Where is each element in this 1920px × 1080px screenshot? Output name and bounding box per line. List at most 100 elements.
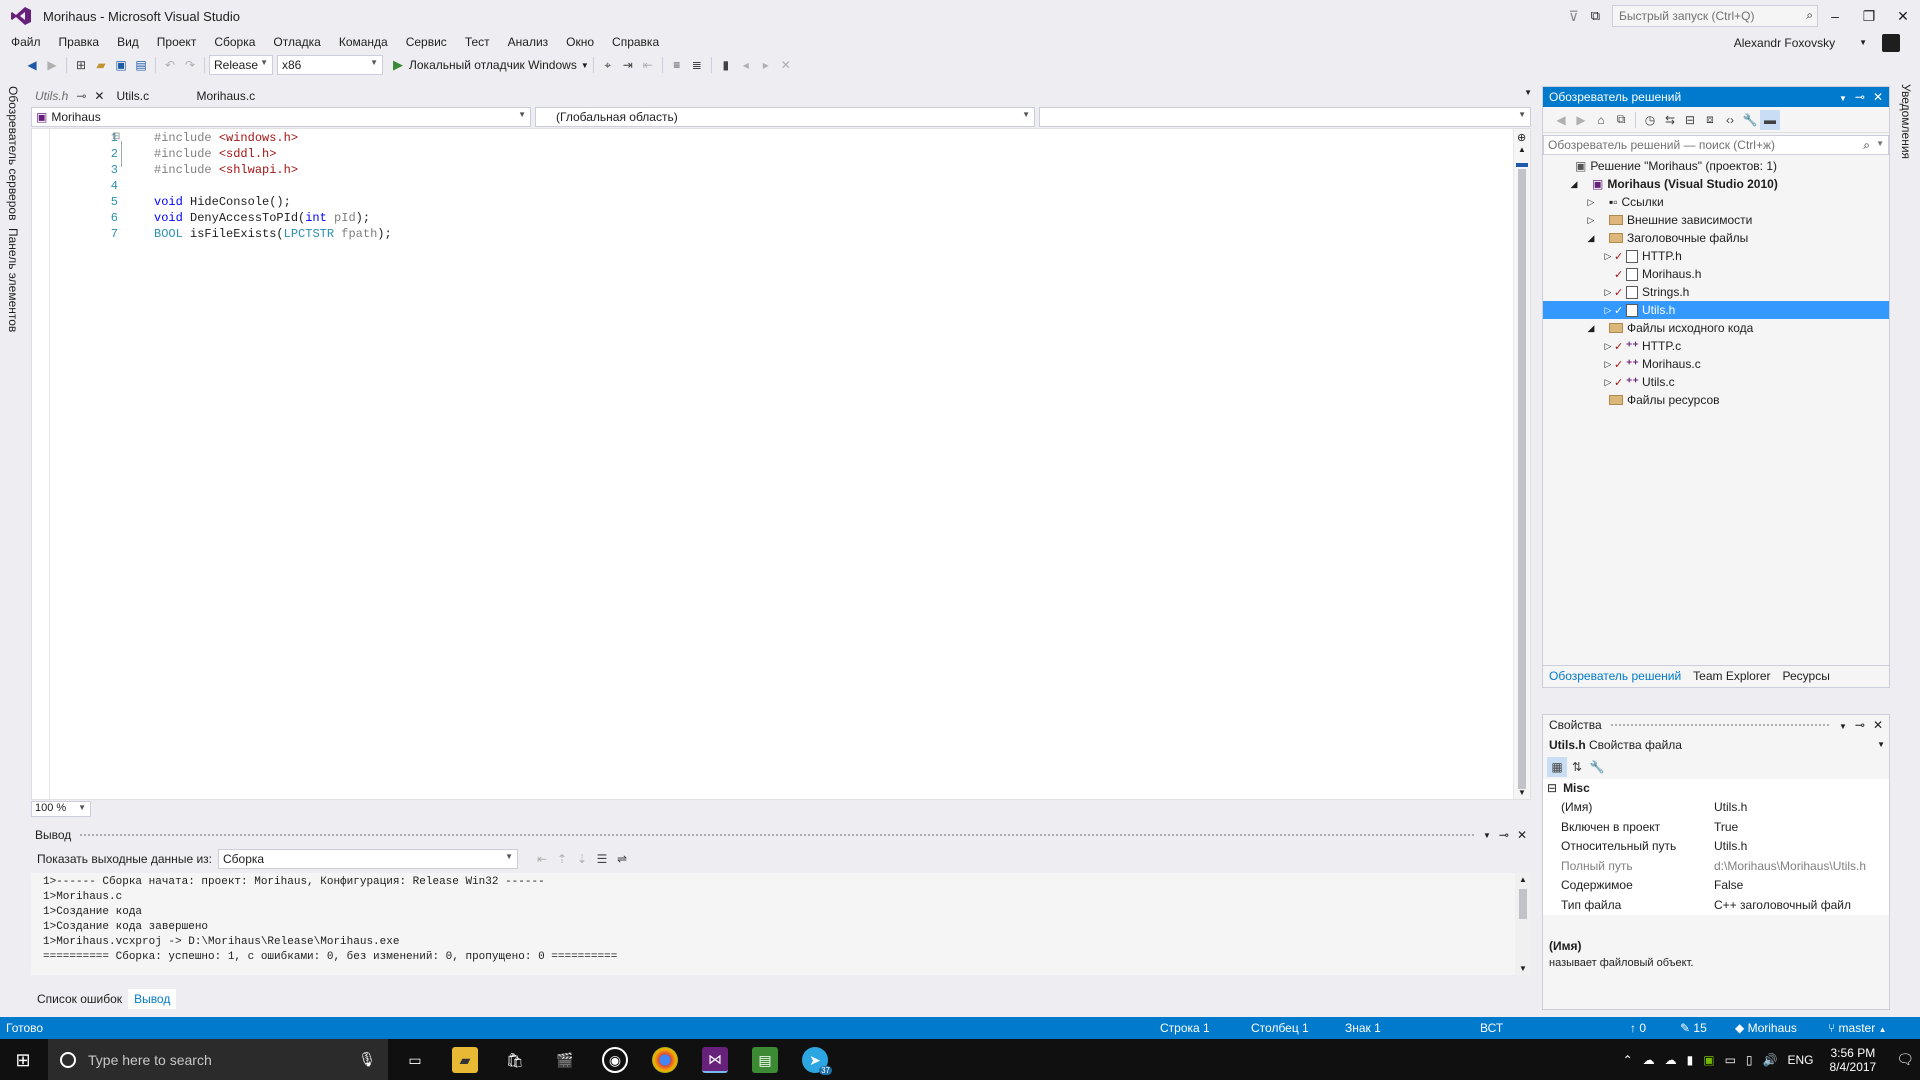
- server-explorer-tab[interactable]: Обозреватель серверов: [6, 86, 20, 220]
- battery-icon[interactable]: ▯: [1746, 1053, 1753, 1067]
- property-pages-icon[interactable]: 🔧: [1587, 757, 1607, 777]
- clear-bookmarks-icon[interactable]: ✕: [776, 55, 796, 75]
- expand-toggle-icon[interactable]: ▷: [1602, 287, 1614, 298]
- property-row[interactable]: Полный путь d:\Morihaus\Morihaus\Utils.h: [1543, 856, 1889, 875]
- tab-overflow-icon[interactable]: ▼: [1524, 88, 1532, 97]
- split-icon[interactable]: ⊕: [1517, 131, 1526, 144]
- menu-item[interactable]: Команда: [330, 34, 397, 50]
- sheet-app-icon[interactable]: ▤: [752, 1047, 778, 1073]
- tab-output[interactable]: Вывод: [128, 989, 177, 1009]
- pin-icon[interactable]: ⊸: [1855, 90, 1865, 104]
- go-to-last-icon[interactable]: ⇣: [572, 849, 592, 869]
- volume-icon[interactable]: 🔊: [1763, 1053, 1778, 1067]
- open-file-icon[interactable]: ▰: [91, 55, 111, 75]
- collapse-icon[interactable]: ⊟: [1547, 781, 1557, 795]
- save-icon[interactable]: ▣: [111, 55, 131, 75]
- back-icon[interactable]: ◀: [1551, 110, 1571, 130]
- forward-icon[interactable]: ▶: [1571, 110, 1591, 130]
- properties-object-select[interactable]: Utils.h Свойства файла ▼: [1543, 735, 1889, 755]
- tab-utils-h[interactable]: Utils.h ⊸ ✕: [29, 86, 111, 106]
- chevron-down-icon[interactable]: ▼: [1839, 722, 1847, 731]
- step-icon[interactable]: ⇥: [618, 55, 638, 75]
- properties-icon[interactable]: 🔧: [1740, 110, 1760, 130]
- tab-resources[interactable]: Ресурсы: [1777, 667, 1836, 685]
- solution-search-input[interactable]: Обозреватель решений — поиск (Ctrl+ж) ⌕ ▼: [1543, 135, 1889, 155]
- code-editor[interactable]: 1234567 ⊟ #include <windows.h> #include …: [31, 128, 1531, 800]
- alphabetical-icon[interactable]: ⇅: [1567, 757, 1587, 777]
- chevron-down-icon[interactable]: ▼: [1483, 831, 1491, 840]
- tab-solution-explorer[interactable]: Обозреватель решений: [1543, 667, 1687, 685]
- expand-toggle-icon[interactable]: ▷: [1585, 197, 1597, 208]
- next-bookmark-icon[interactable]: ▸: [756, 55, 776, 75]
- expand-toggle-icon[interactable]: ◢: [1568, 179, 1580, 190]
- show-all-files-icon[interactable]: ⧈: [1700, 110, 1720, 130]
- new-project-icon[interactable]: ⊞: [71, 55, 91, 75]
- tab-utils-c[interactable]: Utils.c: [110, 86, 190, 106]
- zoom-select[interactable]: 100 % ▼: [31, 801, 91, 817]
- repository-indicator[interactable]: ◆ Morihaus: [1735, 1021, 1797, 1035]
- tree-item[interactable]: ▷ ✓ ⁺⁺ Morihaus.c: [1543, 355, 1889, 373]
- uncomment-icon[interactable]: ≣: [687, 55, 707, 75]
- expand-toggle-icon[interactable]: ▷: [1602, 251, 1614, 262]
- store-icon[interactable]: 🛍: [502, 1047, 528, 1073]
- clock[interactable]: 3:56 PM 8/4/2017: [1830, 1046, 1877, 1074]
- menu-item[interactable]: Тест: [456, 34, 499, 50]
- chevron-down-icon[interactable]: ▼: [581, 61, 589, 70]
- go-to-next-icon[interactable]: ⇡: [552, 849, 572, 869]
- back-icon[interactable]: ◀: [22, 55, 42, 75]
- clear-all-icon[interactable]: ☰: [592, 849, 612, 869]
- chevron-down-icon[interactable]: ▼: [1839, 94, 1847, 103]
- chrome-icon[interactable]: [652, 1047, 678, 1073]
- expand-toggle-icon[interactable]: ◢: [1585, 323, 1597, 334]
- push-count[interactable]: ↑ 0: [1630, 1021, 1646, 1035]
- close-button[interactable]: ✕: [1886, 0, 1920, 32]
- taskbar-search-box[interactable]: Type here to search 🎙: [48, 1039, 388, 1080]
- tree-item[interactable]: ▷ ✓ ⁺⁺ Utils.c: [1543, 373, 1889, 391]
- windows-start-icon[interactable]: ⊞: [10, 1047, 36, 1073]
- menu-item[interactable]: Вид: [108, 34, 148, 50]
- property-row[interactable]: Содержимое False: [1543, 875, 1889, 894]
- close-icon[interactable]: ✕: [94, 89, 104, 103]
- expand-toggle-icon[interactable]: ▷: [1602, 377, 1614, 388]
- tree-item[interactable]: ◢ ▣ Morihaus (Visual Studio 2010): [1543, 175, 1889, 193]
- close-icon[interactable]: ✕: [1517, 828, 1527, 842]
- media-player-icon[interactable]: ◉: [602, 1047, 628, 1073]
- tree-item[interactable]: ▣ Решение "Morihaus" (проектов: 1): [1543, 157, 1889, 175]
- editor-vertical-scrollbar[interactable]: ⊕ ▲ ▼: [1513, 129, 1530, 799]
- user-name[interactable]: Alexandr Foxovsky: [1725, 35, 1844, 51]
- property-row[interactable]: Тип файла C++ заголовочный файл: [1543, 895, 1889, 914]
- project-nav-select[interactable]: ▣ Morihaus ▼: [31, 107, 531, 127]
- tree-item[interactable]: ◢ Заголовочные файлы: [1543, 229, 1889, 247]
- quick-launch-input[interactable]: Быстрый запуск (Ctrl+Q) ⌕: [1612, 5, 1818, 27]
- chevron-down-icon[interactable]: ▼: [1850, 35, 1876, 51]
- minimize-button[interactable]: –: [1818, 0, 1852, 32]
- collapse-icon[interactable]: ⊟: [112, 131, 120, 142]
- pin-icon[interactable]: ⊸: [1855, 718, 1865, 732]
- prev-bookmark-icon[interactable]: ◂: [736, 55, 756, 75]
- bookmark-icon[interactable]: ▮: [716, 55, 736, 75]
- expand-toggle-icon[interactable]: ▷: [1602, 305, 1614, 316]
- go-to-previous-icon[interactable]: ⇤: [532, 849, 552, 869]
- menu-item[interactable]: Отладка: [264, 34, 329, 50]
- configuration-select[interactable]: Release ▼: [209, 55, 273, 75]
- preview-icon[interactable]: ▬: [1760, 109, 1780, 130]
- tree-item[interactable]: ▷ Внешние зависимости: [1543, 211, 1889, 229]
- scroll-down-icon[interactable]: ▼: [1518, 788, 1526, 797]
- filter-icon[interactable]: ⊽: [1568, 8, 1578, 25]
- sync-icon[interactable]: ⇆: [1660, 110, 1680, 130]
- feedback-icon[interactable]: ⧉: [1591, 8, 1600, 24]
- file-explorer-icon[interactable]: ▰: [452, 1047, 478, 1073]
- expand-toggle-icon[interactable]: ▷: [1585, 215, 1597, 226]
- toolbox-tab[interactable]: Панель элементов: [6, 228, 20, 332]
- output-scrollbar[interactable]: ▲ ▼: [1515, 873, 1531, 975]
- categorized-icon[interactable]: ▦: [1547, 757, 1567, 777]
- tab-error-list[interactable]: Список ошибок: [31, 989, 128, 1009]
- property-row[interactable]: (Имя) Utils.h: [1543, 797, 1889, 816]
- display-icon[interactable]: ▭: [1725, 1053, 1736, 1067]
- word-wrap-icon[interactable]: ⇌: [612, 849, 632, 869]
- menu-item[interactable]: Окно: [557, 34, 603, 50]
- movies-icon[interactable]: 🎬: [552, 1047, 578, 1073]
- platform-select[interactable]: x86 ▼: [277, 55, 383, 75]
- start-debugging-button[interactable]: Локальный отладчик Windows: [409, 58, 577, 72]
- tree-item[interactable]: ▷ ✓ Strings.h: [1543, 283, 1889, 301]
